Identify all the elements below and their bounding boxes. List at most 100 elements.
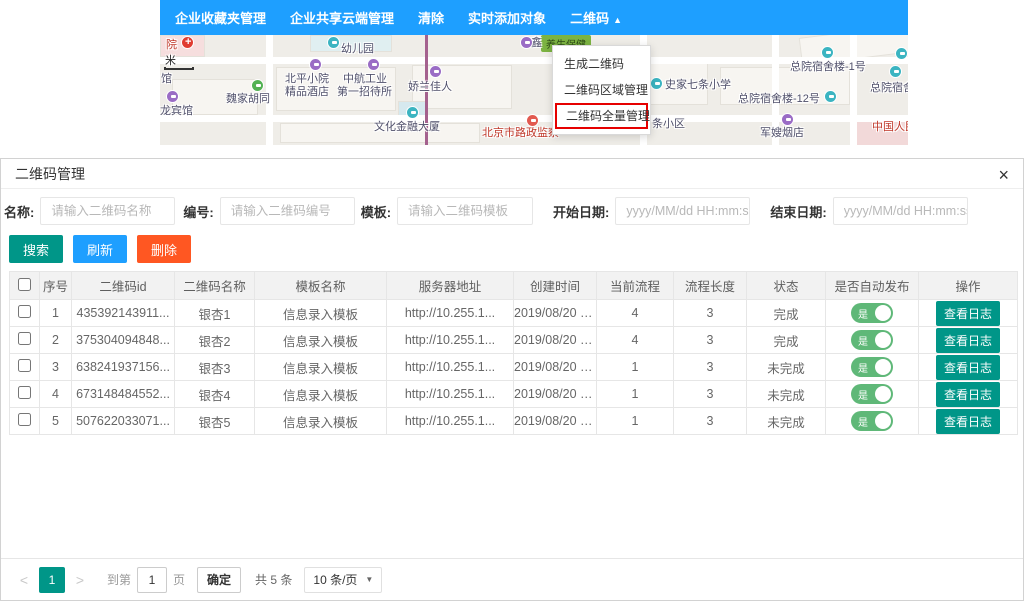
row-select-cell	[10, 354, 40, 381]
nav-item-clear[interactable]: 清除	[418, 8, 444, 27]
search-button[interactable]: 搜索	[9, 235, 63, 263]
map-label: 文化金融大厦	[374, 121, 440, 133]
row-checkbox[interactable]	[18, 359, 31, 372]
pagination-prev-icon[interactable]: <	[15, 572, 33, 588]
map-label: 条小区	[652, 118, 685, 130]
auto-publish-toggle[interactable]: 是	[851, 357, 893, 377]
goto-page-input[interactable]	[137, 567, 167, 593]
view-log-button[interactable]: 查看日志	[936, 409, 1000, 434]
total-count-label: 共 5 条	[255, 571, 292, 588]
auto-publish-toggle[interactable]: 是	[851, 384, 893, 404]
map-label: 中航工业	[343, 73, 387, 85]
map-label: 魏家胡同	[226, 93, 270, 105]
refresh-button[interactable]: 刷新	[73, 235, 127, 263]
map-label: 米	[165, 55, 176, 67]
menu-item-qr-region-mgmt[interactable]: 二维码区域管理	[553, 77, 650, 103]
column-header-auto-publish: 是否自动发布	[826, 272, 919, 300]
filter-input-code[interactable]	[220, 197, 355, 225]
map-poi-teal-icon	[406, 106, 419, 119]
page-size-value: 10 条/页	[313, 571, 357, 588]
filter-input-end-date[interactable]	[833, 197, 968, 225]
cell-created-time: 2019/08/20 09:...	[514, 327, 597, 354]
close-icon[interactable]: ×	[998, 165, 1009, 186]
row-select-cell	[10, 408, 40, 435]
filter-input-start-date[interactable]	[615, 197, 750, 225]
nav-item-qr-code[interactable]: 二维码▲	[570, 8, 622, 27]
column-header-seq: 序号	[40, 272, 72, 300]
map-label: 龙宾馆	[160, 105, 193, 117]
view-log-button[interactable]: 查看日志	[936, 355, 1000, 380]
map-road	[850, 35, 857, 145]
auto-publish-toggle[interactable]: 是	[851, 303, 893, 323]
toggle-knob-icon	[875, 305, 891, 321]
cell-server-address: http://10.255.1...	[387, 408, 514, 435]
cell-qr-name: 银杏5	[175, 408, 255, 435]
map-poi-purple-icon	[781, 113, 794, 126]
cell-qr-name: 银杏4	[175, 381, 255, 408]
map-road	[266, 35, 273, 145]
column-header-qr-name: 二维码名称	[175, 272, 255, 300]
map-label: 中国人民	[872, 121, 908, 133]
toggle-knob-icon	[875, 386, 891, 402]
qr-management-modal: 二维码管理 × 名称:编号:模板:开始日期:结束日期: 搜索刷新删除 序号二维码…	[0, 158, 1024, 601]
map-scale-bar	[164, 67, 194, 70]
column-header-qr-id: 二维码id	[72, 272, 175, 300]
pagination-next-icon[interactable]: >	[71, 572, 89, 588]
cell-operation: 查看日志	[919, 354, 1018, 381]
filter-input-template[interactable]	[397, 197, 533, 225]
top-nav: 企业收藏夹管理 企业共享云端管理 清除 实时添加对象 二维码▲	[160, 0, 908, 35]
column-header-operation: 操作	[919, 272, 1018, 300]
cell-flow-length: 3	[674, 300, 747, 327]
table-header-row: 序号二维码id二维码名称模板名称服务器地址创建时间当前流程流程长度状态是否自动发…	[10, 272, 1018, 300]
nav-item-enterprise-favorites-mgmt[interactable]: 企业收藏夹管理	[175, 8, 266, 27]
column-header-status: 状态	[747, 272, 826, 300]
map-poi-redcross-icon	[181, 36, 194, 49]
row-checkbox[interactable]	[18, 413, 31, 426]
menu-item-qr-full-mgmt[interactable]: 二维码全量管理	[555, 103, 648, 129]
row-checkbox[interactable]	[18, 305, 31, 318]
table-row: 5507622033071...银杏5信息录入模板http://10.255.1…	[10, 408, 1018, 435]
cell-auto-publish: 是	[826, 327, 919, 354]
map-poi-green-icon	[251, 79, 264, 92]
cell-status: 未完成	[747, 354, 826, 381]
action-buttons: 搜索刷新删除	[9, 235, 1023, 263]
caret-up-icon: ▲	[613, 15, 622, 25]
cell-server-address: http://10.255.1...	[387, 300, 514, 327]
cell-created-time: 2019/08/20 09:...	[514, 408, 597, 435]
map-poi-purple-icon	[429, 65, 442, 78]
view-log-button[interactable]: 查看日志	[936, 328, 1000, 353]
cell-auto-publish: 是	[826, 354, 919, 381]
cell-seq: 1	[40, 300, 72, 327]
toggle-knob-icon	[875, 332, 891, 348]
menu-item-generate-qr[interactable]: 生成二维码	[553, 51, 650, 77]
table-row: 4673148484552...银杏4信息录入模板http://10.255.1…	[10, 381, 1018, 408]
auto-publish-toggle[interactable]: 是	[851, 330, 893, 350]
filter-label-template: 模板:	[361, 202, 391, 221]
row-checkbox[interactable]	[18, 386, 31, 399]
auto-publish-toggle[interactable]: 是	[851, 411, 893, 431]
cell-seq: 4	[40, 381, 72, 408]
filter-label-end-date: 结束日期:	[770, 202, 826, 221]
cell-template-name: 信息录入模板	[255, 381, 387, 408]
map-canvas[interactable]: 养生保健 院米馆龙宾馆魏家胡同北平小院精品酒店中航工业第一招待所幼儿园娇兰佳人文…	[160, 35, 908, 145]
nav-item-enterprise-shared-cloud-mgmt[interactable]: 企业共享云端管理	[290, 8, 394, 27]
view-log-button[interactable]: 查看日志	[936, 382, 1000, 407]
map-poi-purple-icon	[367, 58, 380, 71]
cell-template-name: 信息录入模板	[255, 300, 387, 327]
delete-button[interactable]: 删除	[137, 235, 191, 263]
view-log-button[interactable]: 查看日志	[936, 301, 1000, 326]
confirm-button[interactable]: 确定	[197, 567, 241, 593]
cell-current-flow: 4	[597, 300, 674, 327]
cell-auto-publish: 是	[826, 408, 919, 435]
filter-input-name[interactable]	[40, 197, 175, 225]
nav-item-realtime-add-object[interactable]: 实时添加对象	[468, 8, 546, 27]
map-label: 馆	[161, 73, 172, 85]
pagination-page-1[interactable]: 1	[39, 567, 65, 593]
page-size-select[interactable]: 10 条/页 ▼	[304, 567, 382, 593]
cell-status: 未完成	[747, 408, 826, 435]
row-checkbox[interactable]	[18, 332, 31, 345]
map-label: 北京市路政监察	[482, 127, 559, 139]
toggle-on-label: 是	[858, 306, 868, 321]
map-label: 院	[166, 39, 177, 51]
select-all-checkbox[interactable]	[18, 278, 31, 291]
